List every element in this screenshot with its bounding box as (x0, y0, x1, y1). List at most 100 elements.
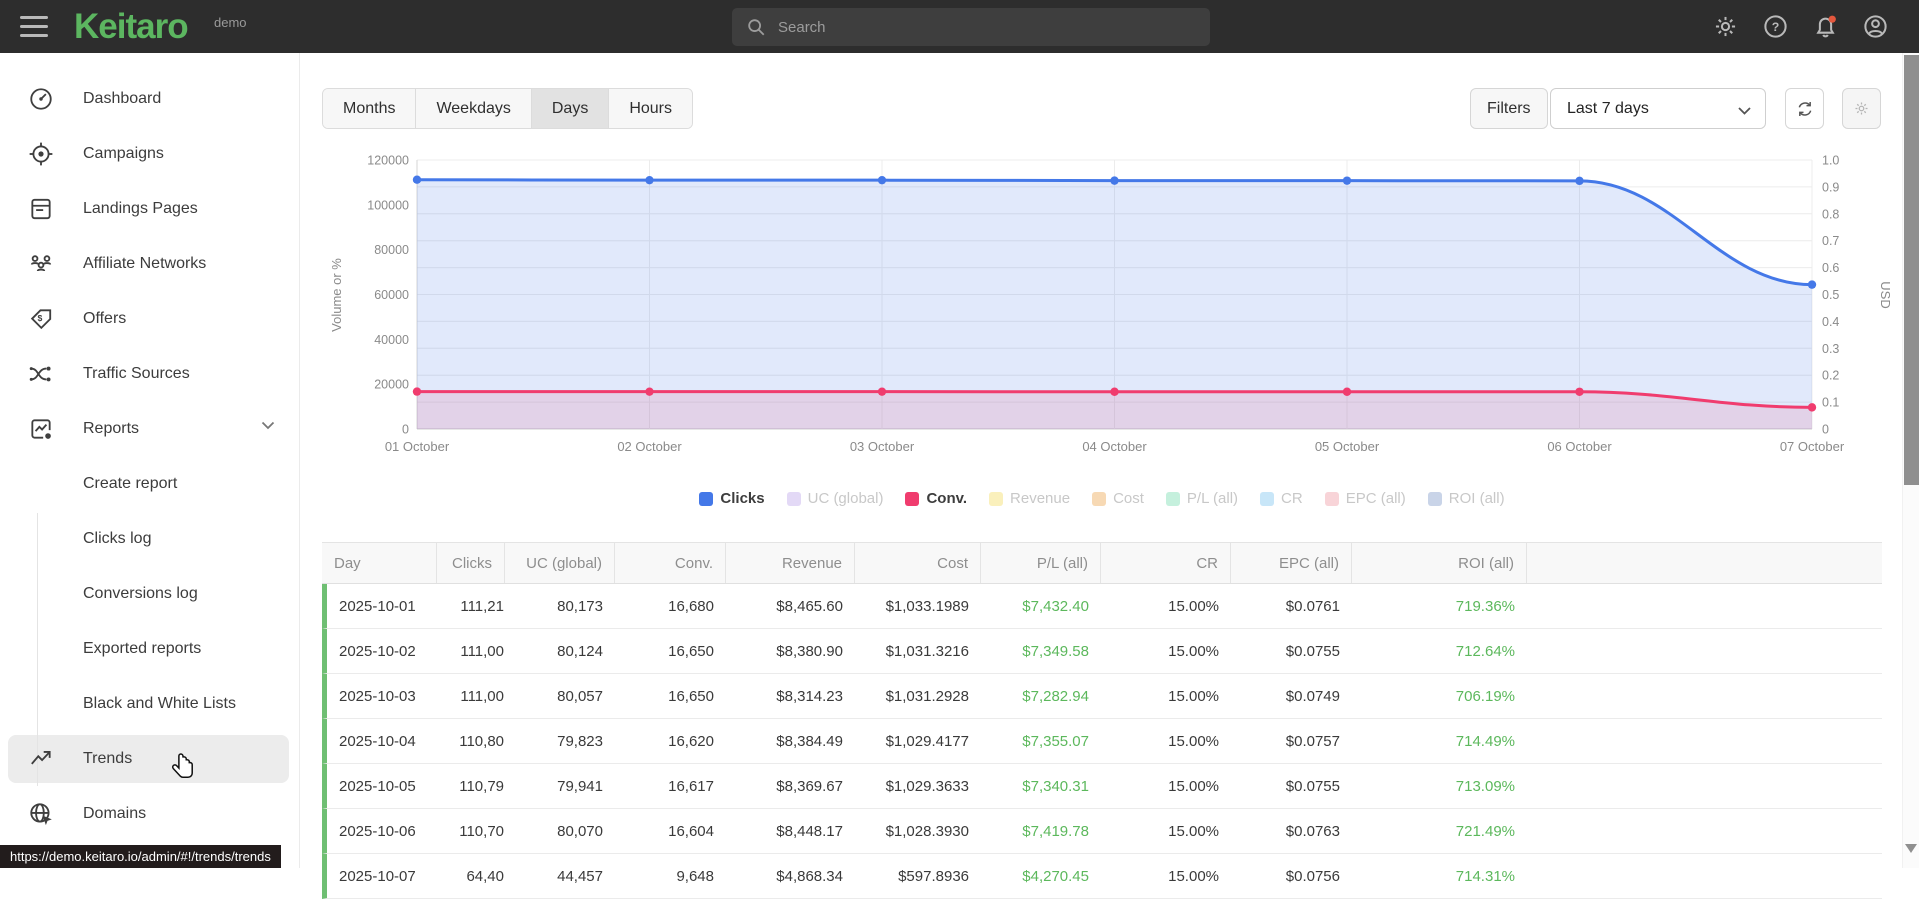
notifications-bell-icon[interactable] (1812, 13, 1839, 40)
sidebar-item-landings-pages[interactable]: Landings Pages (0, 181, 299, 236)
svg-text:$: $ (38, 313, 43, 323)
cell-epc-all-: $0.0761 (1231, 584, 1352, 628)
sidebar-item-campaigns[interactable]: Campaigns (0, 126, 299, 181)
cell-conv-: 16,620 (615, 719, 726, 763)
cell-p-l-all-: $7,419.78 (981, 809, 1101, 853)
scrollbar-down-arrow-icon[interactable] (1905, 844, 1917, 859)
legend-item-roi-all-[interactable]: ROI (all) (1428, 490, 1505, 507)
column-header-conv-[interactable]: Conv. (615, 543, 726, 583)
notification-dot (1829, 16, 1836, 23)
sidebar-item-domains[interactable]: Domains (0, 786, 299, 841)
column-header-uc-global-[interactable]: UC (global) (505, 543, 615, 583)
column-header-day[interactable]: Day (322, 543, 437, 583)
tab-weekdays[interactable]: Weekdays (416, 89, 531, 128)
table-row[interactable]: 2025-10-04110,8079,82316,620$8,384.49$1,… (322, 719, 1882, 764)
gear-icon[interactable] (1712, 13, 1739, 40)
svg-text:0.1: 0.1 (1822, 396, 1839, 410)
chart-settings-button[interactable] (1842, 88, 1881, 129)
sidebar-item-offers[interactable]: $Offers (0, 291, 299, 346)
tab-hours[interactable]: Hours (609, 89, 692, 128)
sidebar-item-label: Dashboard (83, 90, 161, 108)
tab-days[interactable]: Days (532, 89, 609, 128)
column-header-roi-all-[interactable]: ROI (all) (1352, 543, 1527, 583)
legend-label: ROI (all) (1449, 490, 1505, 507)
sidebar-item-label: Landings Pages (83, 200, 198, 218)
legend-item-revenue[interactable]: Revenue (989, 490, 1070, 507)
sidebar-item-reports[interactable]: Reports (0, 401, 299, 456)
svg-text:80000: 80000 (374, 243, 409, 257)
sidebar-item-traffic-sources[interactable]: Traffic Sources (0, 346, 299, 401)
legend-label: UC (global) (808, 490, 884, 507)
legend-item-cost[interactable]: Cost (1092, 490, 1144, 507)
scrollbar-thumb[interactable] (1904, 55, 1919, 485)
legend-item-conv-[interactable]: Conv. (905, 490, 967, 507)
cell-roi-all-: 706.19% (1352, 674, 1527, 718)
cell-uc-global-: 80,173 (505, 584, 615, 628)
cell-roi-all-: 713.09% (1352, 764, 1527, 808)
refresh-button[interactable] (1785, 88, 1824, 129)
period-tab-group: MonthsWeekdaysDaysHours (322, 88, 693, 129)
sidebar-item-dashboard[interactable]: Dashboard (0, 71, 299, 126)
column-header-cr[interactable]: CR (1101, 543, 1231, 583)
cell-day: 2025-10-04 (327, 719, 437, 763)
table-row[interactable]: 2025-10-06110,7080,07016,604$8,448.17$1,… (322, 809, 1882, 854)
svg-text:60000: 60000 (374, 288, 409, 302)
sidebar-item-black-and-white-lists[interactable]: Black and White Lists (0, 676, 299, 731)
legend-item-clicks[interactable]: Clicks (699, 490, 764, 507)
date-range-select[interactable]: Last 7 days (1550, 88, 1766, 129)
scrollbar[interactable] (1902, 53, 1919, 868)
cell-clicks: 111,00 (437, 629, 505, 673)
cell-clicks: 64,40 (437, 854, 505, 898)
svg-text:0.3: 0.3 (1822, 342, 1839, 356)
table-row[interactable]: 2025-10-0764,4044,4579,648$4,868.34$597.… (322, 854, 1882, 899)
cell-epc-all-: $0.0756 (1231, 854, 1352, 898)
cell-cr: 15.00% (1101, 584, 1231, 628)
column-header-revenue[interactable]: Revenue (726, 543, 855, 583)
legend-item-p-l-all-[interactable]: P/L (all) (1166, 490, 1238, 507)
hamburger-menu-icon[interactable] (20, 16, 48, 37)
search-box[interactable] (732, 8, 1210, 46)
svg-text:06 October: 06 October (1547, 439, 1612, 454)
table-row[interactable]: 2025-10-01111,2180,17316,680$8,465.60$1,… (322, 584, 1882, 629)
cell-cost: $597.8936 (855, 854, 981, 898)
topbar: Keitaro demo ? (0, 0, 1919, 53)
user-account-icon[interactable] (1862, 13, 1889, 40)
tab-months[interactable]: Months (323, 89, 416, 128)
filters-button[interactable]: Filters (1470, 88, 1548, 129)
legend-item-cr[interactable]: CR (1260, 490, 1303, 507)
legend-item-uc-global-[interactable]: UC (global) (787, 490, 884, 507)
legend-swatch (1166, 492, 1180, 506)
cell-cost: $1,028.3930 (855, 809, 981, 853)
sidebar-item-create-report[interactable]: Create report (0, 456, 299, 511)
column-header-p-l-all-[interactable]: P/L (all) (981, 543, 1101, 583)
chevron-down-icon (261, 421, 275, 430)
cell-revenue: $8,314.23 (726, 674, 855, 718)
sidebar-item-label: Conversions log (83, 585, 198, 603)
cell-day: 2025-10-05 (327, 764, 437, 808)
column-header-epc-all-[interactable]: EPC (all) (1231, 543, 1352, 583)
cell-roi-all-: 719.36% (1352, 584, 1527, 628)
cell-revenue: $8,380.90 (726, 629, 855, 673)
cell-conv-: 9,648 (615, 854, 726, 898)
brand-suffix: demo (214, 15, 247, 30)
table-row[interactable]: 2025-10-02111,0080,12416,650$8,380.90$1,… (322, 629, 1882, 674)
legend-item-epc-all-[interactable]: EPC (all) (1325, 490, 1406, 507)
sidebar-item-trends[interactable]: Trends (0, 731, 299, 786)
column-header-clicks[interactable]: Clicks (437, 543, 505, 583)
cell-cost: $1,029.4177 (855, 719, 981, 763)
legend-label: P/L (all) (1187, 490, 1238, 507)
sidebar-item-label: Trends (83, 750, 132, 768)
sidebar-item-affiliate-networks[interactable]: Affiliate Networks (0, 236, 299, 291)
sidebar-item-exported-reports[interactable]: Exported reports (0, 621, 299, 676)
table-row[interactable]: 2025-10-05110,7979,94116,617$8,369.67$1,… (322, 764, 1882, 809)
offers-icon: $ (28, 306, 54, 332)
sidebar-item-conversions-log[interactable]: Conversions log (0, 566, 299, 621)
column-header-cost[interactable]: Cost (855, 543, 981, 583)
cell-clicks: 110,80 (437, 719, 505, 763)
help-icon[interactable]: ? (1762, 13, 1789, 40)
search-input[interactable] (778, 19, 1158, 36)
table-row[interactable]: 2025-10-03111,0080,05716,650$8,314.23$1,… (322, 674, 1882, 719)
brand-logo[interactable]: Keitaro (74, 7, 188, 47)
cell-conv-: 16,604 (615, 809, 726, 853)
sidebar-item-clicks-log[interactable]: Clicks log (0, 511, 299, 566)
